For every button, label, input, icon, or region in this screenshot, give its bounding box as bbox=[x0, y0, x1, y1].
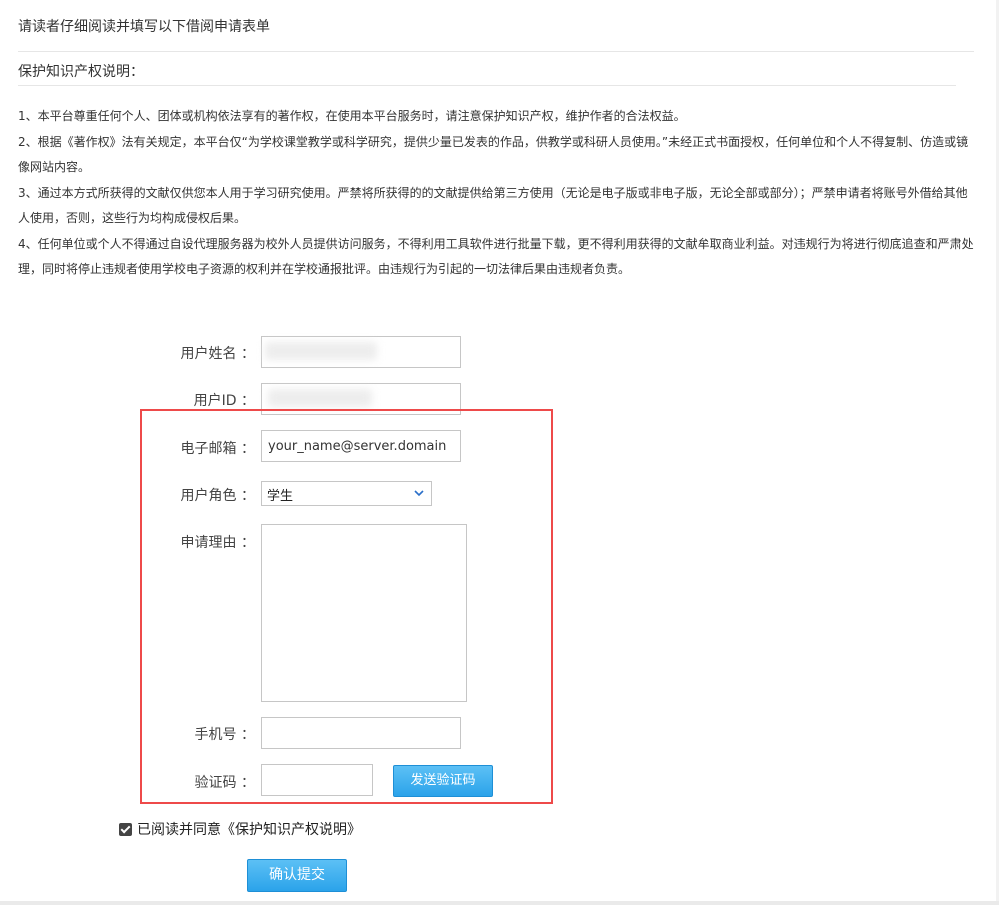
page-edge bbox=[0, 901, 999, 905]
notice-item: 2、根据《著作权》法有关规定，本平台仅“为学校课堂教学或科学研究，提供少量已发表… bbox=[18, 134, 969, 175]
agree-checkbox-row[interactable]: 已阅读并同意《保护知识产权说明》 bbox=[119, 819, 361, 839]
submit-button[interactable]: 确认提交 bbox=[247, 859, 347, 892]
redacted-value bbox=[265, 342, 377, 360]
username-label: 用户姓名 ： bbox=[180, 346, 255, 362]
notice-title: 保护知识产权说明： bbox=[18, 64, 144, 80]
agree-label: 已阅读并同意《保护知识产权说明》 bbox=[137, 822, 361, 838]
page-title: 请读者仔细阅读并填写以下借阅申请表单 bbox=[18, 19, 270, 35]
notice-item: 3、通过本方式所获得的文献仅供您本人用于学习研究使用。严禁将所获得的的文献提供给… bbox=[18, 185, 968, 226]
divider bbox=[18, 51, 974, 52]
checkbox-checked-icon[interactable] bbox=[119, 823, 132, 836]
userid-label: 用户ID ： bbox=[193, 393, 255, 409]
highlight-frame bbox=[140, 409, 553, 804]
divider bbox=[18, 85, 956, 86]
redacted-value bbox=[268, 389, 372, 407]
notice-item: 4、任何单位或个人不得通过自设代理服务器为校外人员提供访问服务，不得利用工具软件… bbox=[18, 236, 974, 277]
notice-text: 1、本平台尊重任何个人、团体或机构依法享有的著作权，在使用本平台服务时，请注意保… bbox=[18, 104, 978, 283]
notice-item: 1、本平台尊重任何个人、团体或机构依法享有的著作权，在使用本平台服务时，请注意保… bbox=[18, 109, 686, 123]
